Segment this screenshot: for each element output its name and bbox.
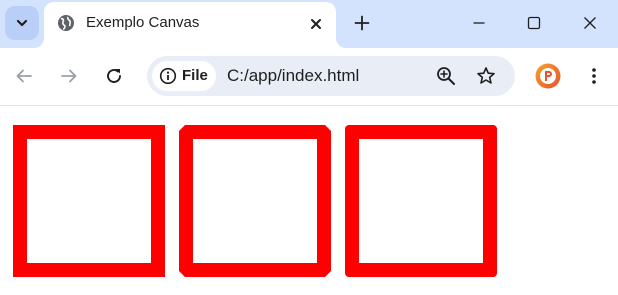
tab-active[interactable]: Exemplo Canvas bbox=[44, 2, 336, 48]
chevron-down-icon bbox=[16, 19, 28, 27]
page-content bbox=[0, 107, 618, 295]
maximize-icon bbox=[527, 16, 541, 30]
tab-search-button[interactable] bbox=[5, 6, 39, 40]
tab-strip: Exemplo Canvas bbox=[0, 0, 618, 48]
forward-button[interactable] bbox=[55, 62, 83, 90]
canvas-square-2-inner bbox=[193, 139, 317, 263]
browser-window: Exemplo Canvas File C:/app/index.html bbox=[0, 0, 618, 295]
close-icon bbox=[584, 17, 596, 29]
info-icon bbox=[159, 67, 177, 85]
maximize-button[interactable] bbox=[519, 8, 549, 38]
close-icon bbox=[311, 19, 321, 29]
browser-menu-button[interactable] bbox=[580, 62, 608, 90]
bookmark-button[interactable] bbox=[472, 62, 500, 90]
tab-close-button[interactable] bbox=[304, 12, 328, 36]
tab-title: Exemplo Canvas bbox=[86, 14, 200, 31]
profile-avatar-icon[interactable] bbox=[535, 63, 561, 89]
plus-icon bbox=[354, 15, 370, 31]
reload-button[interactable] bbox=[100, 62, 128, 90]
minimize-button[interactable] bbox=[464, 8, 494, 38]
site-chip-label: File bbox=[182, 67, 208, 84]
close-window-button[interactable] bbox=[575, 8, 605, 38]
arrow-right-icon bbox=[61, 69, 77, 83]
site-info-chip[interactable]: File bbox=[152, 61, 216, 91]
drawing-canvas bbox=[13, 125, 497, 277]
star-icon bbox=[477, 67, 495, 84]
zoom-in-icon bbox=[437, 67, 455, 85]
kebab-menu-icon bbox=[592, 68, 596, 84]
canvas-square-3-inner bbox=[359, 139, 483, 263]
url-text[interactable]: C:/app/index.html bbox=[227, 66, 359, 86]
minimize-icon bbox=[473, 22, 485, 24]
address-bar[interactable]: File C:/app/index.html bbox=[147, 56, 515, 96]
globe-icon bbox=[58, 15, 74, 31]
reload-icon bbox=[107, 69, 121, 83]
back-button[interactable] bbox=[10, 62, 38, 90]
new-tab-button[interactable] bbox=[348, 9, 376, 37]
toolbar: File C:/app/index.html bbox=[0, 48, 618, 106]
arrow-left-icon bbox=[16, 69, 32, 83]
zoom-button[interactable] bbox=[432, 62, 460, 90]
canvas-square-1-inner bbox=[27, 139, 151, 263]
